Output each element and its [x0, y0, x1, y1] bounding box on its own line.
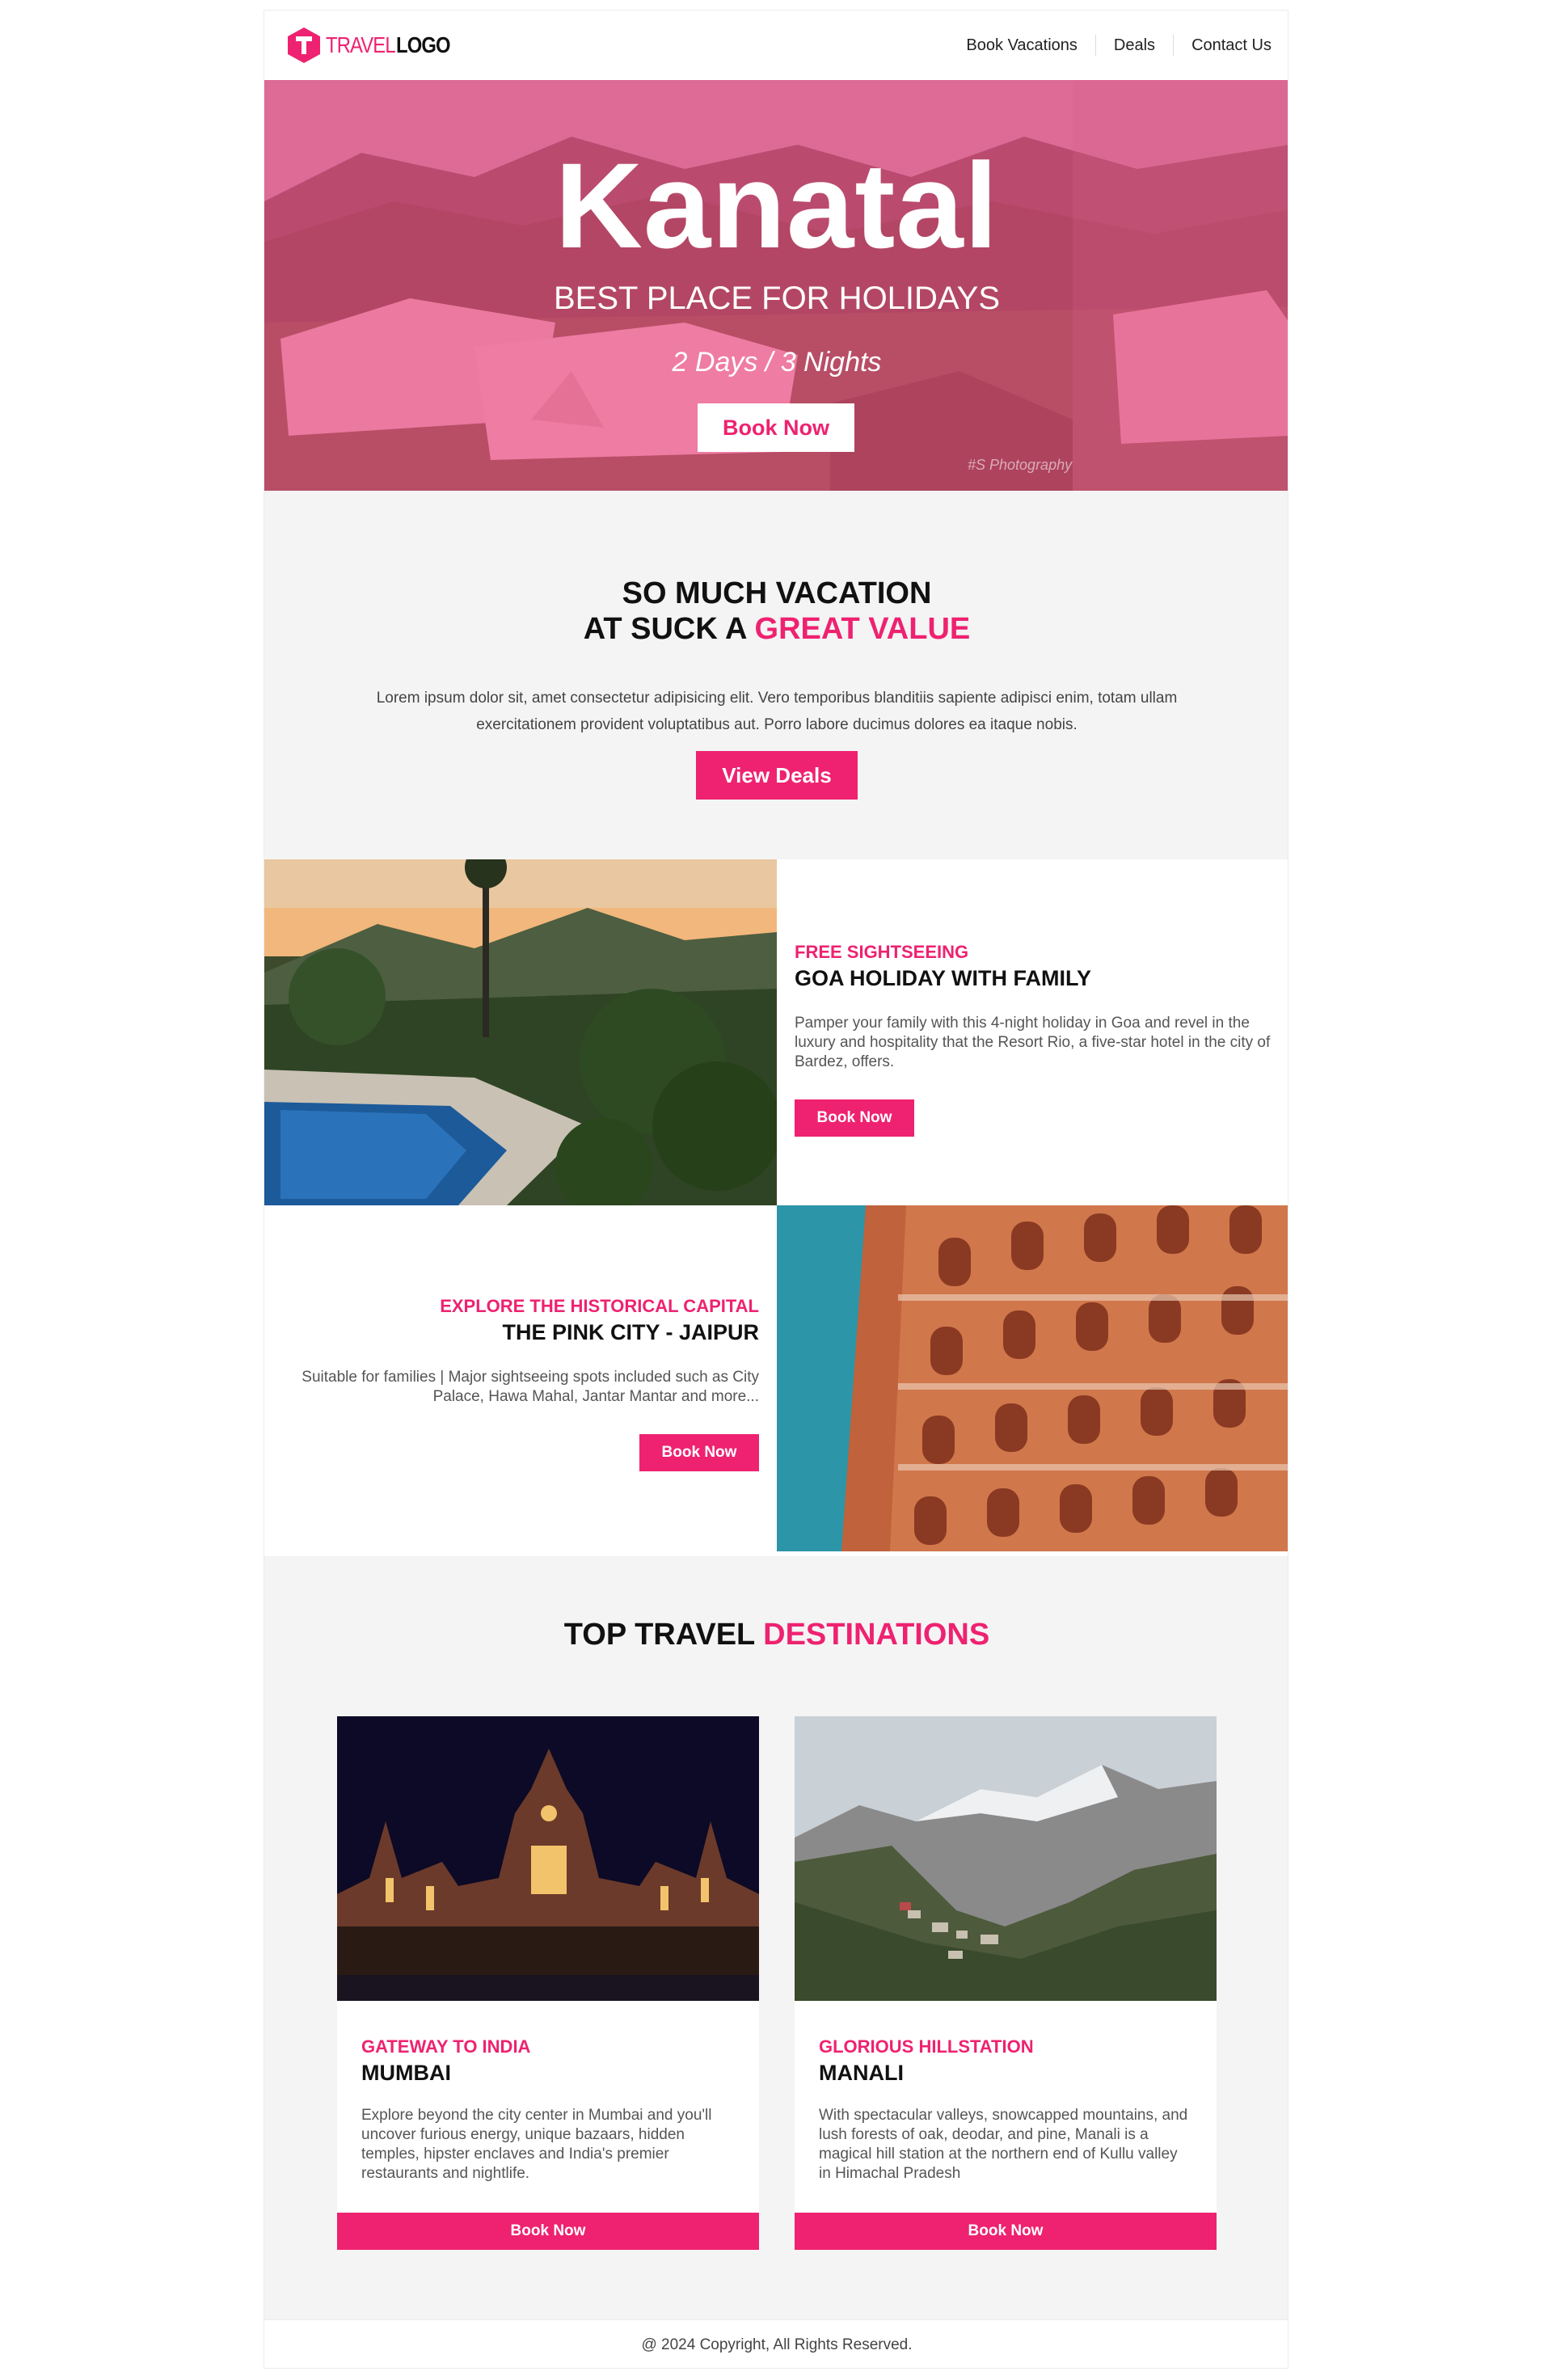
- logo-t-icon: [288, 27, 320, 63]
- value-heading-line2: AT SUCK A GREAT VALUE: [264, 614, 1288, 644]
- jaipur-feature-body: EXPLORE THE HISTORICAL CAPITAL THE PINK …: [264, 1205, 777, 1556]
- copyright-text: @ 2024 Copyright, All Rights Reserved.: [641, 2336, 913, 2353]
- mumbai-description: Explore beyond the city center in Mumbai…: [361, 2107, 712, 2182]
- goa-feature-body: FREE SIGHTSEEING GOA HOLIDAY WITH FAMILY…: [777, 859, 1288, 1205]
- footer: @ 2024 Copyright, All Rights Reserved.: [264, 2319, 1288, 2368]
- logo-word-logo: LOGO: [395, 32, 451, 57]
- email-page: TRAVEL LOGO Book Vacations Deals Contact…: [264, 10, 1288, 2369]
- value-section: SO MUCH VACATION AT SUCK A GREAT VALUE L…: [264, 491, 1288, 859]
- hero-subtitle: BEST PLACE FOR HOLIDAYS: [553, 281, 1000, 316]
- goa-title: GOA HOLIDAY WITH FAMILY: [795, 966, 1092, 990]
- goa-kicker: FREE SIGHTSEEING: [795, 942, 969, 962]
- mumbai-kicker: GATEWAY TO INDIA: [361, 2036, 531, 2057]
- manali-kicker: GLORIOUS HILLSTATION: [819, 2036, 1034, 2057]
- manali-book-now-button[interactable]: Book Now: [795, 2213, 1217, 2250]
- goa-resort-photo: [264, 859, 777, 1205]
- hero-banner: Kanatal BEST PLACE FOR HOLIDAYS 2 Days /…: [264, 80, 1288, 491]
- destinations-heading: TOP TRAVEL DESTINATIONS: [264, 1619, 1288, 1650]
- value-description: Lorem ipsum dolor sit, amet consectetur …: [376, 690, 1178, 733]
- destinations-heading-accent: DESTINATIONS: [763, 1618, 990, 1652]
- destination-card-mumbai: GATEWAY TO INDIA MUMBAI Explore beyond t…: [337, 1716, 759, 2213]
- value-heading-plain: AT SUCK A: [583, 612, 746, 646]
- manali-description: With spectacular valleys, snowcapped mou…: [819, 2107, 1188, 2182]
- destinations-heading-plain: TOP TRAVEL: [563, 1618, 755, 1652]
- jaipur-description: Suitable for families | Major sightseein…: [302, 1369, 759, 1405]
- header: TRAVEL LOGO Book Vacations Deals Contact…: [264, 11, 1288, 80]
- hero-book-now-button[interactable]: Book Now: [698, 403, 854, 452]
- mumbai-photo: [337, 1716, 759, 2001]
- logo[interactable]: TRAVEL LOGO: [287, 27, 459, 64]
- feature-goa: FREE SIGHTSEEING GOA HOLIDAY WITH FAMILY…: [264, 859, 1288, 1205]
- value-heading-accent: GREAT VALUE: [754, 612, 971, 646]
- mumbai-book-now-button[interactable]: Book Now: [337, 2213, 759, 2250]
- jaipur-title: THE PINK CITY - JAIPUR: [502, 1320, 759, 1344]
- main-nav: Book Vacations Deals Contact Us: [948, 33, 1272, 57]
- nav-deals[interactable]: Deals: [1094, 35, 1173, 56]
- manali-photo: [795, 1716, 1217, 2001]
- value-heading-line1: SO MUCH VACATION: [622, 576, 932, 610]
- logo-word-travel: TRAVEL: [326, 32, 396, 57]
- jaipur-kicker: EXPLORE THE HISTORICAL CAPITAL: [440, 1296, 759, 1316]
- nav-book-vacations[interactable]: Book Vacations: [948, 35, 1095, 56]
- hero-title: Kanatal: [555, 137, 999, 273]
- view-deals-button[interactable]: View Deals: [696, 751, 858, 800]
- manali-title: MANALI: [819, 2061, 904, 2085]
- destination-card-manali: GLORIOUS HILLSTATION MANALI With spectac…: [795, 1716, 1217, 2213]
- hero-photo-watermark: #S Photography: [968, 457, 1073, 473]
- nav-contact-us[interactable]: Contact Us: [1173, 35, 1272, 56]
- top-destinations-section: TOP TRAVEL DESTINATIONS GATEWAY TO INDIA…: [264, 1556, 1288, 2319]
- hero-duration: 2 Days / 3 Nights: [672, 347, 882, 378]
- goa-description: Pamper your family with this 4-night hol…: [795, 1015, 1271, 1070]
- goa-book-now-button[interactable]: Book Now: [795, 1099, 914, 1137]
- jaipur-book-now-button[interactable]: Book Now: [639, 1434, 759, 1471]
- mumbai-title: MUMBAI: [361, 2061, 451, 2085]
- hawa-mahal-photo: [777, 1205, 1288, 1551]
- feature-jaipur: EXPLORE THE HISTORICAL CAPITAL THE PINK …: [264, 1205, 1288, 1556]
